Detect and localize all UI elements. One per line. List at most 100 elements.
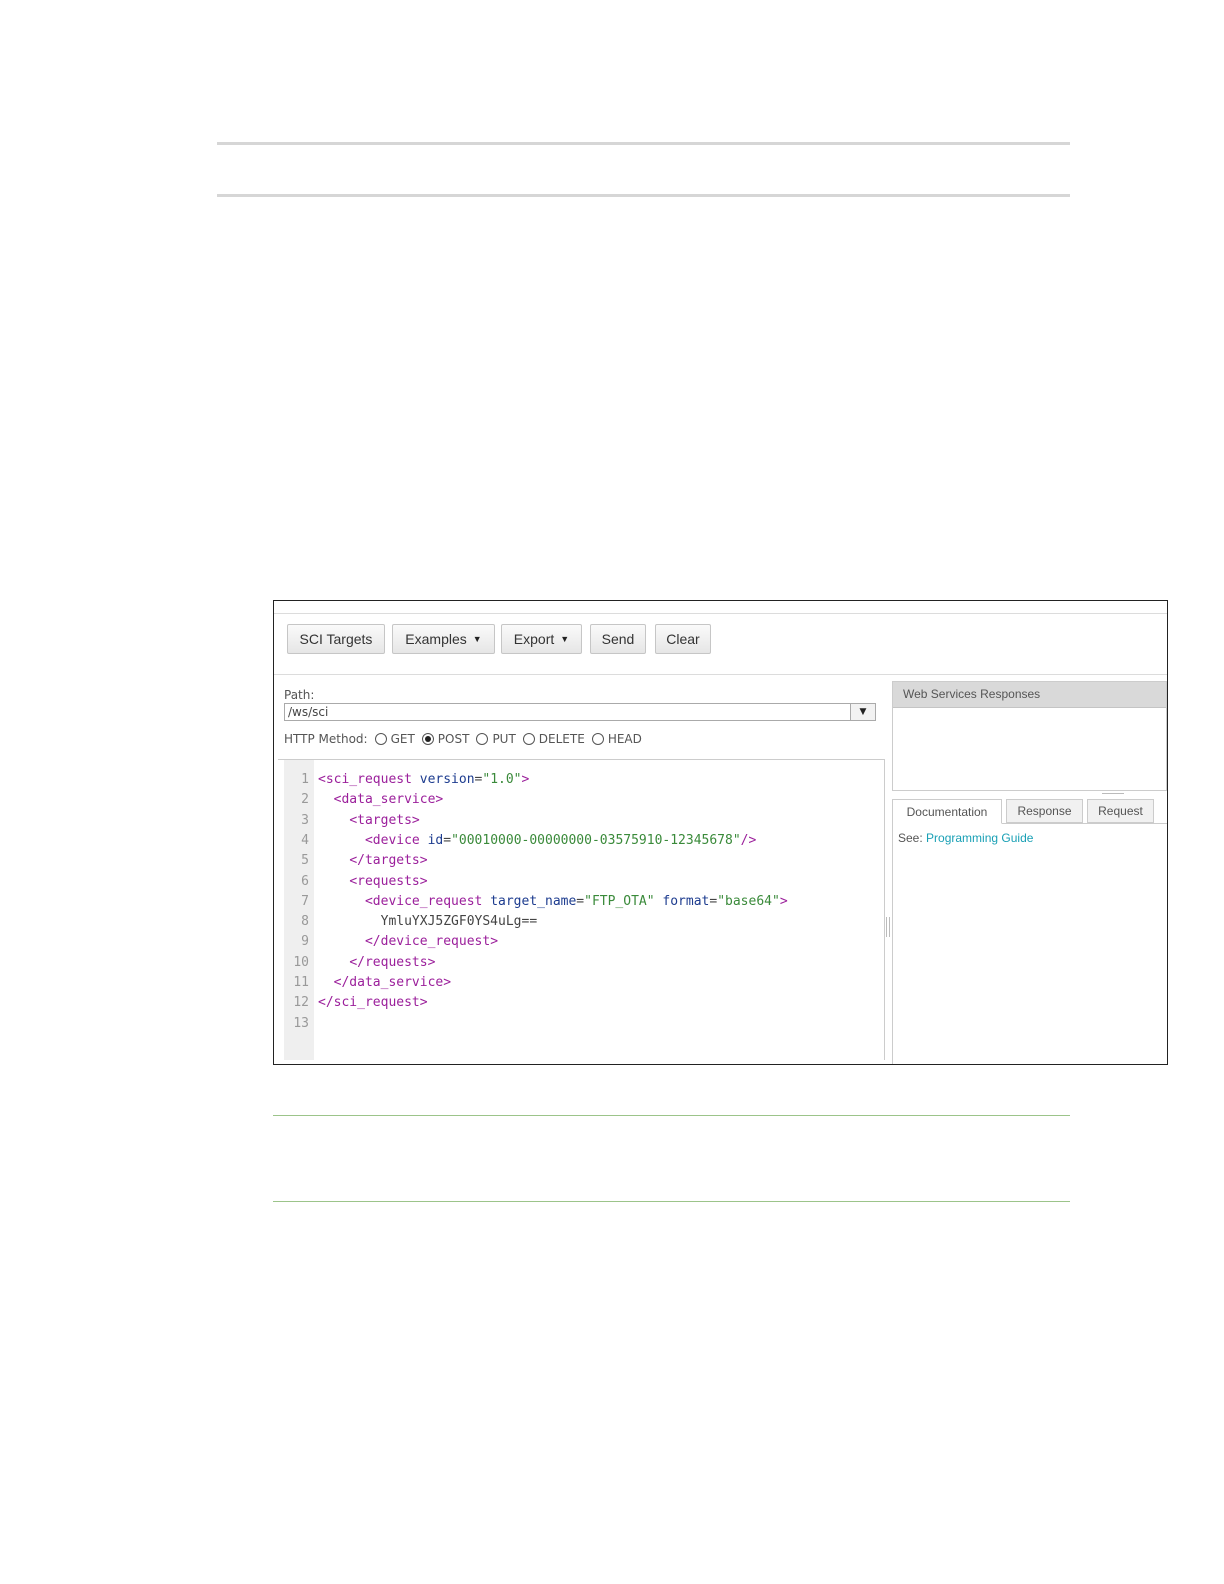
tab-documentation[interactable]: Documentation [892, 799, 1002, 824]
line-number: 10 [293, 954, 309, 970]
radio-get-label: GET [390, 732, 415, 746]
code-token: </sci_request> [318, 995, 428, 1011]
code-text: <device id="00010000-00000000-03575910-1… [318, 831, 756, 851]
line-number: 13 [293, 1015, 309, 1031]
path-value: /ws/sci [288, 705, 329, 719]
responses-header: Web Services Responses [893, 682, 1166, 708]
line-number: 7 [301, 893, 309, 909]
code-text: </sci_request> [318, 993, 428, 1013]
toolbar: SCI Targets Examples ▼ Export ▼ Send Cle… [274, 613, 1167, 675]
radio-put-label: PUT [492, 732, 516, 746]
code-token: <sci_request [318, 772, 420, 787]
code-token: </targets> [349, 853, 428, 869]
code-token: "1.0" [482, 772, 522, 787]
http-method-row: HTTP Method: GET POST PUT DELETE HEAD [284, 731, 642, 747]
code-text: <requests> [318, 872, 428, 892]
radio-delete[interactable] [522, 733, 535, 745]
line-number: 3 [301, 812, 309, 828]
radio-delete-label: DELETE [538, 732, 585, 746]
code-token: <device_request [364, 893, 491, 909]
code-token: </requests> [349, 954, 436, 970]
path-input[interactable]: /ws/sci ▼ [284, 703, 876, 721]
tab-response-label: Response [1017, 804, 1072, 818]
code-token: "00010000-00000000-03575910-12345678" [451, 832, 741, 848]
code-text: <sci_request version="1.0"> [318, 770, 529, 790]
export-dropdown-button[interactable]: Export ▼ [501, 624, 582, 654]
code-token: = [443, 832, 452, 848]
sci-targets-button[interactable]: SCI Targets [287, 624, 385, 654]
path-label: Path: [284, 688, 315, 702]
line-number: 8 [301, 914, 309, 930]
code-line: 12 </sci_request> [278, 993, 878, 1013]
code-line: 6 <requests> [278, 872, 878, 892]
code-token: = [576, 893, 585, 909]
code-token: </data_service> [333, 975, 452, 990]
code-line: 11 </data_service> [278, 973, 878, 993]
path-dropdown-toggle[interactable]: ▼ [850, 704, 875, 720]
caret-down-icon: ▼ [560, 634, 570, 644]
code-text: </device_request> [318, 932, 498, 952]
clear-label: Clear [666, 631, 700, 647]
examples-label: Examples [405, 631, 467, 647]
tab-request[interactable]: Request [1087, 799, 1154, 823]
line-number: 12 [293, 995, 309, 1011]
code-token: <targets> [349, 812, 420, 828]
send-button[interactable]: Send [590, 624, 646, 654]
code-text: </data_service> [318, 973, 451, 993]
radio-put[interactable] [476, 733, 489, 745]
code-token: format [662, 893, 710, 909]
code-text: YmluYXJ5ZGF0YS4uLg== [318, 912, 538, 932]
code-token: <requests> [349, 873, 428, 889]
radio-head[interactable] [591, 733, 604, 745]
code-line: 13 [278, 1014, 878, 1034]
code-token: id [427, 832, 444, 848]
code-line: 4 <device id="00010000-00000000-03575910… [278, 831, 878, 851]
code-line: 5 </targets> [278, 851, 878, 871]
code-editor[interactable]: 1 <sci_request version="1.0"> 2 <data_serv… [278, 759, 885, 1060]
page-rule-top-1 [217, 142, 1070, 145]
note-rule-top [273, 1115, 1070, 1116]
code-line: 2 <data_service> [278, 790, 878, 810]
examples-dropdown-button[interactable]: Examples ▼ [392, 624, 495, 654]
code-line: 7 <device_request target_name="FTP_OTA" … [278, 892, 878, 912]
pane-splitter-handle[interactable] [886, 917, 890, 937]
code-line: 3 <targets> [278, 811, 878, 831]
panel-resize-grip[interactable] [1102, 793, 1124, 794]
code-token: YmluYXJ5ZGF0YS4uLg== [318, 914, 538, 930]
programming-guide-link[interactable]: Programming Guide [926, 831, 1033, 845]
radio-get[interactable] [374, 733, 387, 745]
line-number: 2 [301, 792, 309, 808]
code-line: 8 YmluYXJ5ZGF0YS4uLg== [278, 912, 878, 932]
code-token: /> [740, 832, 757, 848]
note-rule-bottom [273, 1201, 1070, 1202]
code-token: "base64" [717, 893, 780, 909]
code-token: <device [364, 832, 428, 848]
code-text: </targets> [318, 851, 428, 871]
tab-request-label: Request [1098, 804, 1143, 818]
see-line: See: Programming Guide [898, 831, 1033, 845]
export-label: Export [513, 631, 555, 647]
code-text: <data_service> [318, 790, 444, 810]
line-number: 9 [301, 934, 309, 950]
radio-head-label: HEAD [607, 732, 642, 746]
radio-post[interactable] [421, 733, 434, 745]
sci-targets-label: SCI Targets [299, 631, 373, 647]
line-number: 11 [293, 975, 309, 990]
tab-response[interactable]: Response [1006, 799, 1083, 823]
clear-button[interactable]: Clear [655, 624, 711, 654]
code-token: > [521, 772, 530, 787]
code-text: <targets> [318, 811, 420, 831]
code-token: </device_request> [364, 934, 499, 950]
web-services-responses-panel: Web Services Responses [892, 681, 1167, 791]
code-line: 1 <sci_request version="1.0"> [278, 770, 878, 790]
send-label: Send [601, 631, 635, 647]
line-number: 6 [301, 873, 309, 889]
line-number: 1 [301, 772, 309, 787]
